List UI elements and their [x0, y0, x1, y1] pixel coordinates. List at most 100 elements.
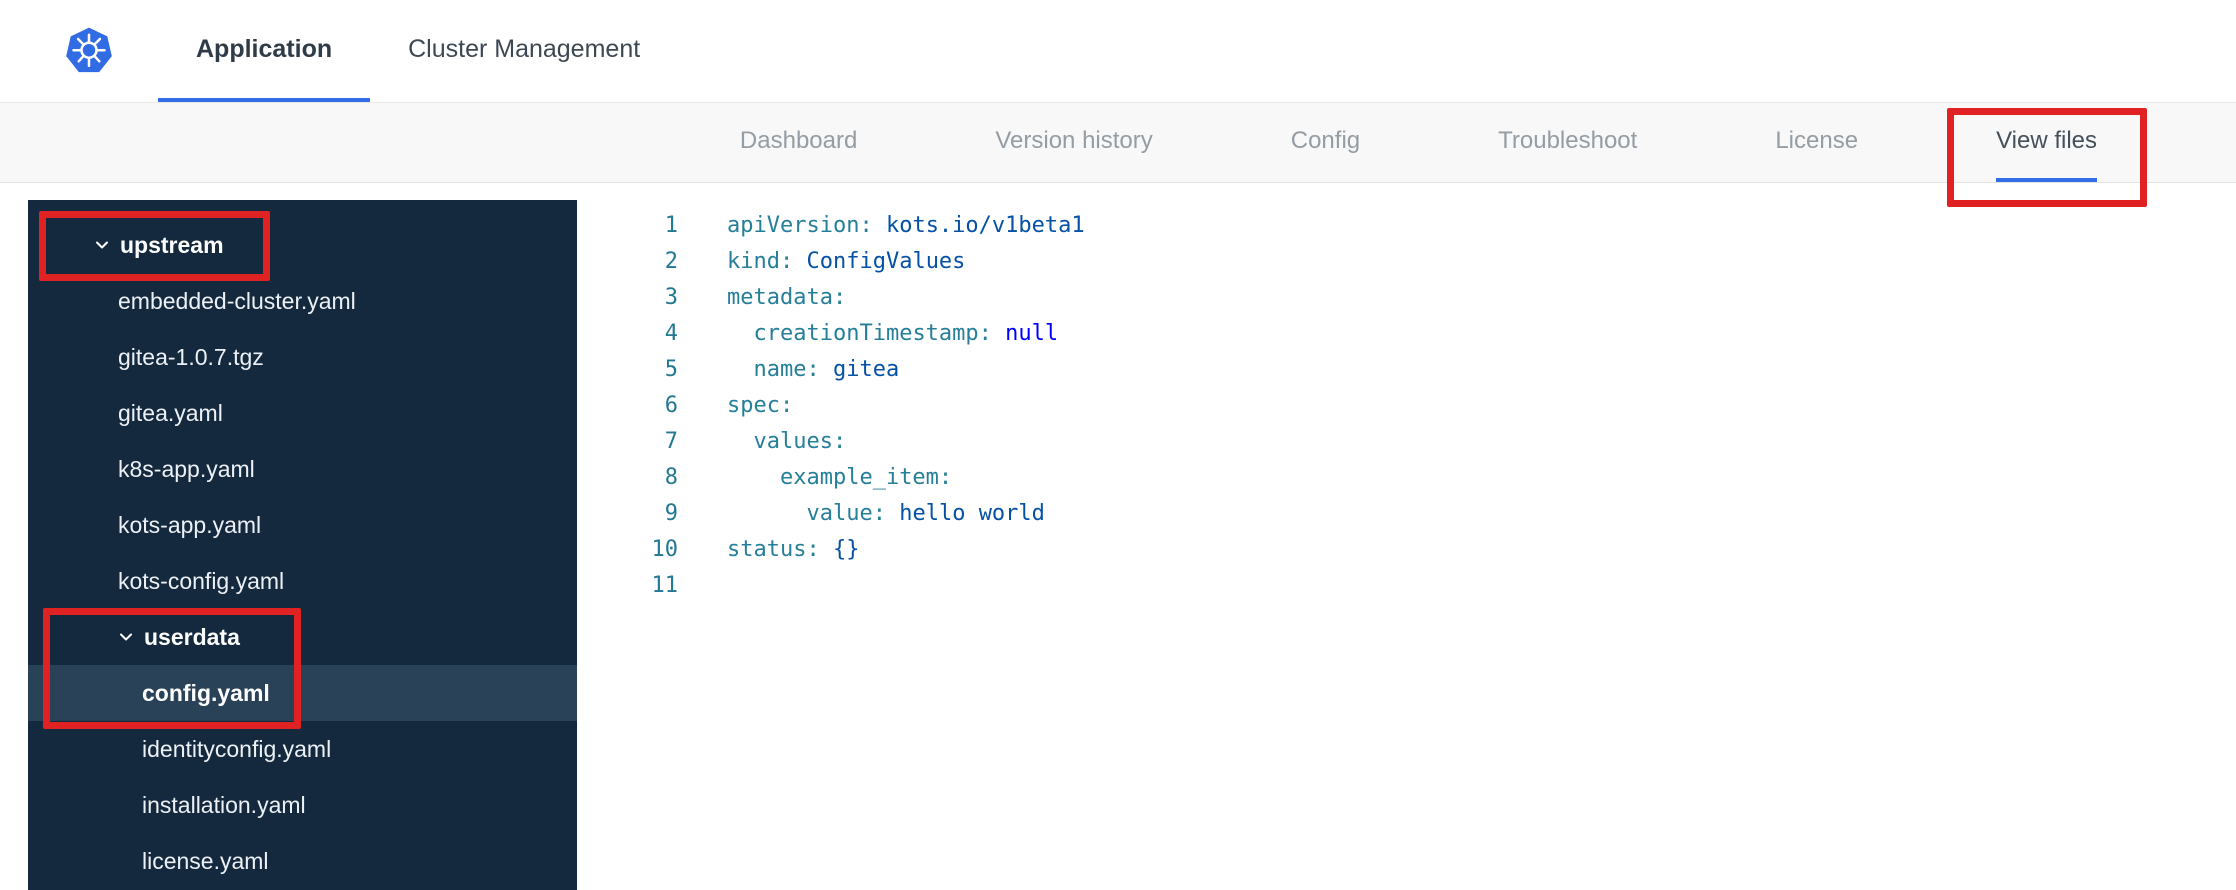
code-line-3: 3 metadata: [578, 280, 2236, 316]
code-token: values: [753, 429, 847, 454]
code-token: value: [806, 501, 886, 526]
secondary-nav: Dashboard Version history Config Troublesho… [0, 103, 2236, 183]
tab-dashboard[interactable]: Dashboard [740, 103, 857, 182]
code-token: metadata: [727, 285, 847, 310]
tree-item-config-yaml[interactable]: config.yaml [28, 665, 577, 721]
code-token: spec: [727, 393, 794, 418]
header-tab-cluster-management[interactable]: Cluster Management [370, 0, 678, 102]
code-token: kind: [727, 249, 794, 274]
kubernetes-logo-icon [64, 26, 114, 76]
code-token: {} [832, 537, 860, 562]
line-content: value: hello world [678, 496, 1045, 532]
tree-item-label: k8s-app.yaml [118, 455, 255, 482]
tree-item-label: upstream [120, 231, 224, 258]
line-content: kind: ConfigValues [678, 244, 965, 280]
code-editor[interactable]: 1 apiVersion: kots.io/v1beta1 2 kind: Confi… [578, 200, 2236, 890]
line-number: 3 [664, 285, 678, 310]
code-token: null [1005, 321, 1059, 346]
tree-item-label: userdata [144, 623, 240, 650]
code-token: kots.io/v1beta1 [885, 213, 1085, 238]
code-token: example_item: [779, 465, 953, 490]
tree-item-label: kots-config.yaml [118, 567, 285, 594]
chevron-down-icon [94, 237, 120, 253]
code-line-7: 7 values: [578, 424, 2236, 460]
code-token: gitea [832, 357, 900, 382]
code-line-9: 9 value: hello world [578, 496, 2236, 532]
code-line-11: 11 [578, 568, 2236, 604]
code-token: apiVersion: [727, 213, 873, 238]
line-content: creationTimestamp: null [678, 316, 1059, 352]
tree-item-label: installation.yaml [142, 791, 306, 818]
line-content: metadata: [678, 280, 846, 316]
line-content [678, 568, 727, 604]
line-number: 8 [664, 465, 678, 490]
tree-item-gitea-1-0-7-tgz[interactable]: gitea-1.0.7.tgz [28, 329, 577, 385]
code-content: 1 apiVersion: kots.io/v1beta1 2 kind: Confi… [578, 208, 2236, 604]
tree-item-label: gitea.yaml [118, 399, 223, 426]
line-number: 10 [651, 537, 679, 562]
header-tab-application[interactable]: Application [158, 0, 371, 102]
tab-config[interactable]: Config [1291, 103, 1360, 182]
tree-item-installation-yaml[interactable]: installation.yaml [28, 777, 577, 833]
tree-item-userdata[interactable]: userdata [28, 609, 577, 665]
tree-item-label: embedded-cluster.yaml [118, 287, 356, 314]
tab-license[interactable]: License [1775, 103, 1858, 182]
line-content: example_item: [678, 460, 952, 496]
code-token: ConfigValues [806, 249, 966, 274]
line-number: 6 [664, 393, 678, 418]
line-content: apiVersion: kots.io/v1beta1 [678, 208, 1085, 244]
code-line-2: 2 kind: ConfigValues [578, 244, 2236, 280]
code-line-8: 8 example_item: [578, 460, 2236, 496]
tree-item-label: config.yaml [142, 679, 270, 706]
line-number: 11 [651, 573, 679, 598]
code-token: name: [753, 357, 820, 382]
tab-version-history[interactable]: Version history [995, 103, 1152, 182]
code-token: creationTimestamp: [753, 321, 992, 346]
line-number: 5 [664, 357, 678, 382]
tree-item-gitea-yaml[interactable]: gitea.yaml [28, 385, 577, 441]
code-line-4: 4 creationTimestamp: null [578, 316, 2236, 352]
tab-troubleshoot[interactable]: Troubleshoot [1498, 103, 1637, 182]
file-tree-sidebar: upstream embedded-cluster.yaml gitea-1.0.7… [28, 200, 577, 890]
code-token: status: [727, 537, 820, 562]
tree-item-embedded-cluster-yaml[interactable]: embedded-cluster.yaml [28, 273, 577, 329]
header-tabs: Application Cluster Management [158, 0, 678, 102]
line-number: 2 [664, 249, 678, 274]
line-content: values: [678, 424, 847, 460]
tree-item-k8s-app-yaml[interactable]: k8s-app.yaml [28, 441, 577, 497]
top-header: Application Cluster Management [0, 0, 2236, 103]
line-number: 9 [664, 501, 678, 526]
line-content: status: {} [678, 532, 859, 568]
chevron-down-icon [118, 629, 144, 645]
tree-item-license-yaml[interactable]: license.yaml [28, 833, 577, 889]
line-number: 7 [664, 429, 678, 454]
tree-item-identityconfig-yaml[interactable]: identityconfig.yaml [28, 721, 577, 777]
code-line-6: 6 spec: [578, 388, 2236, 424]
tree-item-kots-config-yaml[interactable]: kots-config.yaml [28, 553, 577, 609]
tree-item-label: license.yaml [142, 847, 269, 874]
code-line-5: 5 name: gitea [578, 352, 2236, 388]
tree-item-label: gitea-1.0.7.tgz [118, 343, 264, 370]
code-line-10: 10 status: {} [578, 532, 2236, 568]
tab-view-files[interactable]: View files [1996, 103, 2097, 182]
line-number: 4 [664, 321, 678, 346]
code-token: hello world [899, 501, 1045, 526]
tree-item-label: kots-app.yaml [118, 511, 262, 538]
tree-item-label: identityconfig.yaml [142, 735, 332, 762]
tree-item-kots-app-yaml[interactable]: kots-app.yaml [28, 497, 577, 553]
line-number: 1 [664, 213, 678, 238]
line-content: name: gitea [678, 352, 900, 388]
line-content: spec: [678, 388, 793, 424]
code-line-1: 1 apiVersion: kots.io/v1beta1 [578, 208, 2236, 244]
tree-item-upstream[interactable]: upstream [28, 217, 577, 273]
